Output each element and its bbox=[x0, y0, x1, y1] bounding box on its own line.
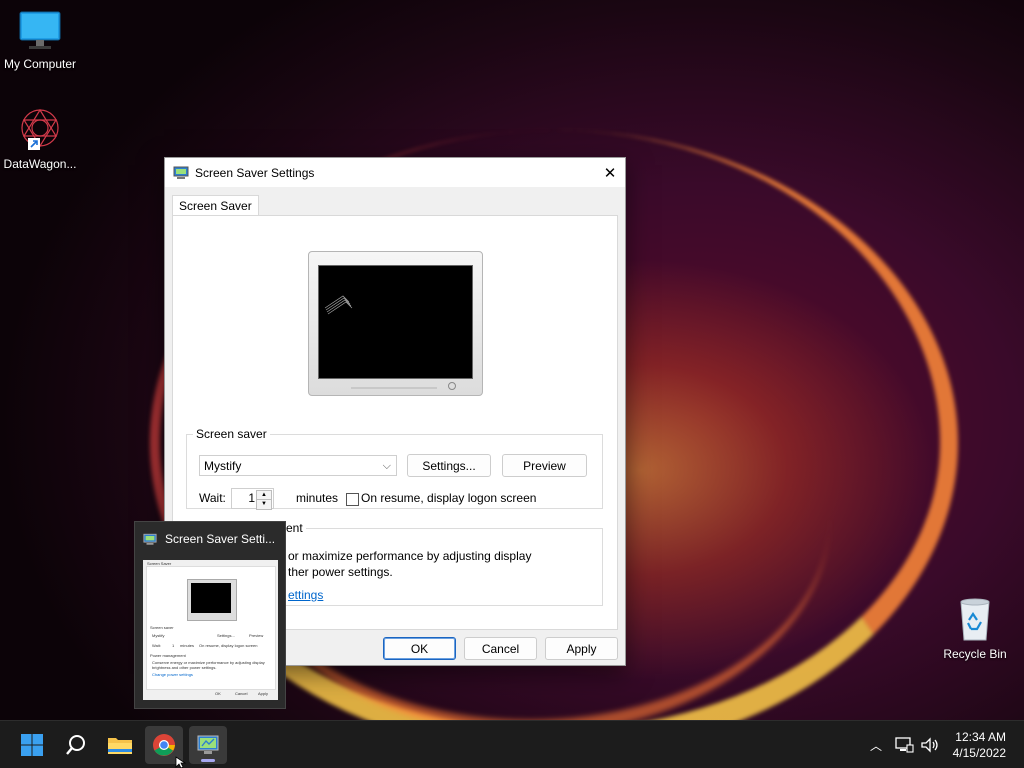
mini-wait-value: 1 bbox=[172, 643, 175, 648]
mini-apply: Apply bbox=[258, 691, 269, 696]
monitor-preview bbox=[308, 251, 483, 396]
search-button[interactable] bbox=[57, 726, 95, 764]
preview-button[interactable]: Preview bbox=[502, 454, 587, 477]
file-explorer-button[interactable] bbox=[101, 726, 139, 764]
spinner-down-icon[interactable]: ▼ bbox=[256, 499, 272, 510]
apply-button[interactable]: Apply bbox=[545, 637, 618, 660]
preview-title: Screen Saver Setti... bbox=[165, 532, 276, 546]
close-icon: ✕ bbox=[603, 164, 617, 182]
screen-saver-settings-icon bbox=[197, 735, 219, 754]
screen-saver-select-value: Mystify bbox=[204, 459, 242, 473]
change-power-settings-link[interactable]: ettings bbox=[288, 588, 323, 602]
mini-preview: Preview bbox=[249, 633, 264, 638]
screen-saver-app-icon bbox=[173, 166, 189, 179]
desktop-icon-datawagon[interactable]: DataWagon... bbox=[0, 106, 80, 171]
recycle-bin-icon bbox=[960, 598, 990, 641]
file-explorer-icon bbox=[108, 738, 132, 754]
clock-time: 12:34 AM bbox=[955, 730, 1006, 744]
preview-thumbnail: Screen Saver Screen saver Mystify Settin… bbox=[143, 560, 278, 700]
mini-ok: OK bbox=[215, 691, 221, 696]
monitor-icon bbox=[19, 11, 61, 49]
mystify-preview-graphic bbox=[324, 295, 353, 315]
taskbar: ︿ 12:34 AM 4/15/2022 bbox=[0, 720, 1024, 768]
mini-power-text2: brightness and other power settings. bbox=[152, 665, 217, 670]
resume-logon-checkbox[interactable] bbox=[346, 493, 359, 506]
active-window-indicator bbox=[201, 759, 215, 762]
chevron-down-icon: ⌵ bbox=[382, 460, 391, 472]
monitor-slot bbox=[351, 387, 437, 389]
desktop-icon-label: DataWagon... bbox=[3, 157, 77, 171]
monitor-power-led bbox=[448, 382, 456, 390]
wait-minutes-spinner[interactable]: 1 ▲ ▼ bbox=[231, 488, 274, 510]
wait-value: 1 bbox=[248, 491, 255, 505]
dialog-title: Screen Saver Settings bbox=[195, 165, 315, 180]
power-text-line2: ther power settings. bbox=[288, 565, 393, 579]
screen-saver-taskbar-button[interactable] bbox=[189, 726, 227, 764]
search-icon bbox=[66, 735, 85, 755]
screen-saver-group: Screen saver Mystify ⌵ Settings... Previ… bbox=[186, 427, 603, 510]
desktop-icon-label: My Computer bbox=[3, 57, 77, 71]
power-management-group-label: ent bbox=[286, 521, 303, 535]
preview-screen bbox=[318, 265, 473, 379]
screen-saver-select[interactable]: Mystify ⌵ bbox=[199, 455, 397, 476]
mini-monitor bbox=[187, 579, 237, 621]
clock-date: 4/15/2022 bbox=[952, 746, 1006, 760]
mini-screen bbox=[191, 583, 231, 613]
chevron-up-icon[interactable]: ︿ bbox=[866, 737, 886, 754]
tab-screen-saver[interactable]: Screen Saver bbox=[172, 195, 259, 216]
mini-resume: On resume, display logon screen bbox=[199, 643, 258, 648]
settings-button[interactable]: Settings... bbox=[407, 454, 491, 477]
desktop-icon-my-computer[interactable]: My Computer bbox=[0, 10, 80, 71]
chrome-icon bbox=[153, 734, 175, 756]
ok-button[interactable]: OK bbox=[383, 637, 456, 660]
minutes-label: minutes bbox=[296, 491, 339, 505]
volume-icon[interactable] bbox=[920, 736, 940, 754]
wait-label: Wait: bbox=[199, 491, 226, 505]
screen-saver-group-label: Screen saver bbox=[196, 427, 267, 441]
dialog-titlebar[interactable]: Screen Saver Settings ✕ bbox=[165, 158, 625, 187]
mini-settings: Settings... bbox=[217, 633, 235, 638]
screen-saver-app-icon bbox=[143, 533, 157, 545]
tab-strip: Screen Saver bbox=[172, 195, 259, 216]
mini-panel: Screen saver Mystify Settings... Preview… bbox=[146, 566, 276, 690]
datawagon-shortcut-icon bbox=[21, 108, 59, 150]
close-button[interactable]: ✕ bbox=[595, 158, 625, 187]
network-icon[interactable] bbox=[894, 736, 914, 754]
resume-logon-label: On resume, display logon screen bbox=[361, 491, 537, 505]
desktop-icon-label: Recycle Bin bbox=[943, 647, 1007, 661]
start-icon bbox=[21, 734, 43, 756]
mouse-cursor-icon bbox=[175, 756, 187, 768]
mini-wait: Wait: bbox=[152, 643, 161, 648]
power-text-line1: or maximize performance by adjusting dis… bbox=[288, 549, 532, 563]
start-button[interactable] bbox=[13, 726, 51, 764]
mini-power-link: Change power settings bbox=[152, 672, 193, 677]
cancel-button[interactable]: Cancel bbox=[464, 637, 537, 660]
mini-power-group: Power management bbox=[150, 653, 186, 658]
system-tray: ︿ bbox=[866, 721, 940, 768]
mini-group: Screen saver bbox=[150, 625, 174, 630]
mini-cancel: Cancel bbox=[235, 691, 248, 696]
mini-minutes: minutes bbox=[180, 643, 195, 648]
desktop-icon-recycle-bin[interactable]: Recycle Bin bbox=[935, 596, 1015, 661]
clock[interactable]: 12:34 AM 4/15/2022 bbox=[953, 729, 1006, 761]
taskbar-window-preview[interactable]: Screen Saver Setti... Screen Saver Scree… bbox=[134, 521, 286, 709]
mini-select: Mystify bbox=[152, 633, 165, 638]
